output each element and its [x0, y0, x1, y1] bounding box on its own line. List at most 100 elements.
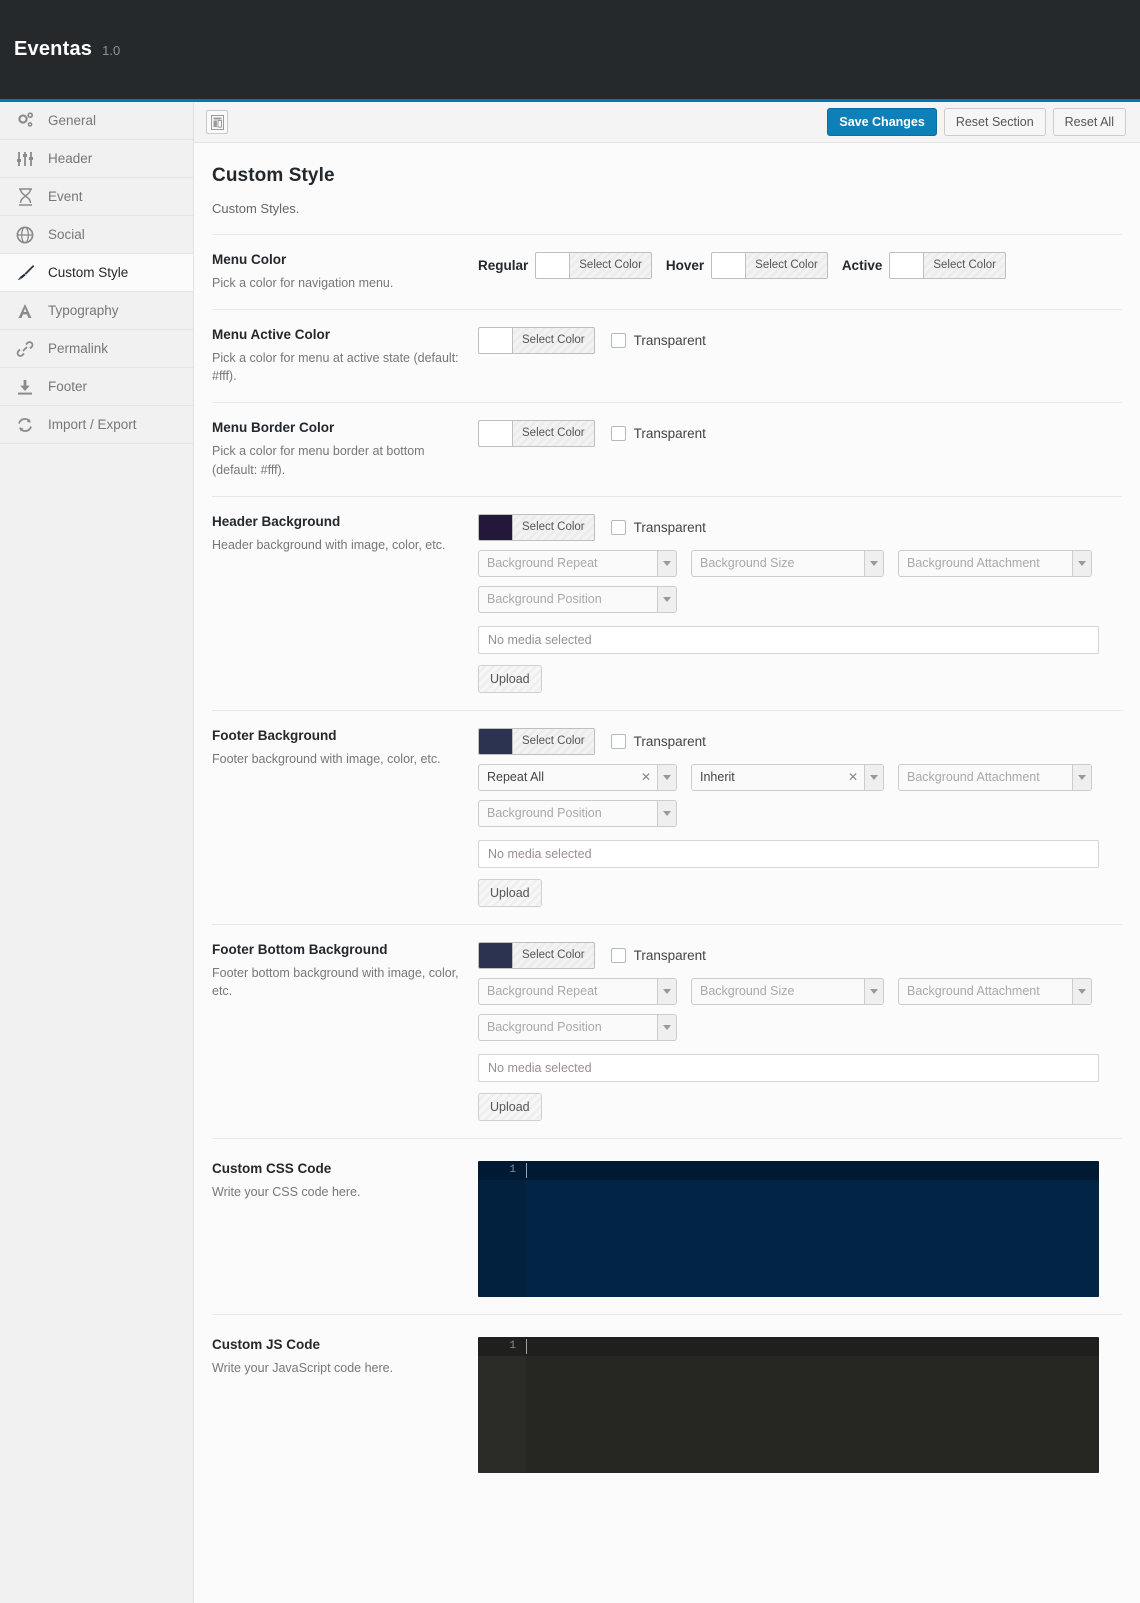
field-custom-js-code: Custom JS Code Write your JavaScript cod…	[212, 1313, 1122, 1490]
field-menu-border-color: Menu Border Color Pick a color for menu …	[212, 402, 1122, 495]
sidebar-item-general[interactable]: General	[0, 102, 193, 140]
menu-color-active-picker[interactable]: Select Color	[889, 252, 1006, 279]
custom-css-editor[interactable]: 1	[478, 1160, 1099, 1297]
select-color-button[interactable]: Select Color	[512, 941, 595, 969]
save-changes-button[interactable]: Save Changes	[827, 108, 937, 136]
field-description: Footer bottom background with image, col…	[212, 965, 459, 998]
field-description: Pick a color for menu border at bottom (…	[212, 444, 425, 477]
transparent-checkbox[interactable]	[610, 426, 626, 442]
sidebar-item-label: Footer	[48, 379, 88, 394]
media-field[interactable]: No media selected	[478, 1053, 1099, 1082]
field-custom-css-code: Custom CSS Code Write your CSS code here…	[212, 1137, 1122, 1314]
sidebar-item-social[interactable]: Social	[0, 216, 193, 254]
media-field[interactable]: No media selected	[478, 625, 1099, 654]
background-repeat-select[interactable]: Repeat All ✕	[478, 763, 677, 791]
select-color-button[interactable]: Select Color	[512, 420, 595, 448]
chevron-down-icon[interactable]	[657, 586, 676, 612]
field-menu-color: Menu Color Pick a color for navigation m…	[212, 234, 1122, 309]
background-position-select[interactable]: Background Position	[478, 1013, 677, 1041]
menu-color-regular-picker[interactable]: Select Color	[535, 252, 652, 279]
field-description: Pick a color for menu at active state (d…	[212, 351, 459, 384]
footer-bottom-background-color-picker[interactable]: Select Color	[478, 941, 595, 969]
sidebar-item-label: Custom Style	[48, 265, 129, 280]
css-code-area[interactable]	[526, 1179, 1099, 1297]
sidebar-item-event[interactable]: Event	[0, 178, 193, 216]
select-color-button[interactable]: Select Color	[923, 252, 1006, 279]
download-icon	[14, 376, 36, 398]
reset-section-button[interactable]: Reset Section	[943, 108, 1046, 136]
sidebar-item-typography[interactable]: Typography	[0, 292, 193, 330]
color-swatch[interactable]	[478, 513, 512, 541]
upload-button[interactable]: Upload	[478, 664, 542, 693]
custom-js-editor[interactable]: 1	[478, 1336, 1099, 1473]
background-attachment-select[interactable]: Background Attachment	[898, 549, 1092, 577]
upload-button[interactable]: Upload	[478, 1092, 542, 1121]
sidebar-item-custom-style[interactable]: Custom Style	[0, 254, 193, 292]
app-header: Eventas 1.0	[0, 0, 1140, 99]
background-attachment-select[interactable]: Background Attachment	[898, 763, 1092, 791]
select-color-button[interactable]: Select Color	[569, 252, 652, 279]
transparent-label: Transparent	[633, 947, 706, 963]
select-color-button[interactable]: Select Color	[512, 513, 595, 541]
main-panel: Save Changes Reset Section Reset All Cus…	[194, 102, 1140, 1603]
transparent-checkbox[interactable]	[610, 733, 626, 749]
chevron-down-icon[interactable]	[864, 550, 883, 576]
menu-active-color-picker[interactable]: Select Color	[478, 327, 595, 355]
chevron-down-icon[interactable]	[864, 978, 883, 1004]
select-color-button[interactable]: Select Color	[745, 252, 828, 279]
transparent-checkbox[interactable]	[610, 333, 626, 349]
color-swatch[interactable]	[889, 252, 924, 279]
chevron-down-icon[interactable]	[864, 764, 883, 790]
upload-button[interactable]: Upload	[478, 878, 542, 907]
chevron-down-icon[interactable]	[657, 1014, 676, 1040]
background-size-select[interactable]: Background Size	[691, 549, 884, 577]
layout-panel-icon[interactable]	[206, 110, 228, 134]
background-position-select[interactable]: Background Position	[478, 585, 677, 613]
background-size-select[interactable]: Background Size	[691, 977, 884, 1005]
chevron-down-icon[interactable]	[657, 550, 676, 576]
footer-background-color-picker[interactable]: Select Color	[478, 727, 595, 755]
transparent-checkbox[interactable]	[610, 947, 626, 963]
background-repeat-select[interactable]: Background Repeat	[478, 549, 677, 577]
field-footer-background: Footer Background Footer background with…	[212, 709, 1122, 924]
chevron-down-icon[interactable]	[657, 978, 676, 1004]
js-code-area[interactable]	[526, 1355, 1099, 1473]
globe-icon	[14, 224, 36, 246]
color-swatch[interactable]	[535, 252, 570, 279]
background-attachment-select[interactable]: Background Attachment	[898, 977, 1092, 1005]
clear-selection-icon[interactable]: ✕	[635, 770, 657, 784]
select-color-button[interactable]: Select Color	[512, 727, 595, 755]
color-swatch[interactable]	[711, 252, 746, 279]
menu-border-color-picker[interactable]: Select Color	[478, 420, 595, 448]
reset-all-button[interactable]: Reset All	[1052, 108, 1126, 136]
background-repeat-select[interactable]: Background Repeat	[478, 977, 677, 1005]
color-swatch[interactable]	[478, 941, 512, 969]
field-description: Header background with image, color, etc…	[212, 537, 446, 552]
sidebar-item-footer[interactable]: Footer	[0, 368, 193, 406]
field-description: Footer background with image, color, etc…	[212, 751, 441, 766]
sidebar-item-header[interactable]: Header	[0, 140, 193, 178]
transparent-checkbox[interactable]	[610, 519, 626, 535]
field-description: Write your JavaScript code here.	[212, 1360, 394, 1375]
background-size-select[interactable]: Inherit ✕	[691, 763, 884, 791]
chevron-down-icon[interactable]	[1072, 978, 1091, 1004]
color-swatch[interactable]	[478, 327, 512, 355]
field-menu-active-color: Menu Active Color Pick a color for menu …	[212, 309, 1122, 402]
media-field[interactable]: No media selected	[478, 839, 1099, 868]
menu-color-hover-picker[interactable]: Select Color	[711, 252, 828, 279]
background-position-select[interactable]: Background Position	[478, 799, 677, 827]
field-label: Menu Color	[212, 252, 287, 267]
clear-selection-icon[interactable]: ✕	[842, 770, 864, 784]
field-header-background: Header Background Header background with…	[212, 495, 1122, 710]
transparent-label: Transparent	[633, 333, 706, 349]
chevron-down-icon[interactable]	[657, 800, 676, 826]
select-color-button[interactable]: Select Color	[512, 327, 595, 355]
color-swatch[interactable]	[478, 420, 512, 448]
header-background-color-picker[interactable]: Select Color	[478, 513, 595, 541]
chevron-down-icon[interactable]	[1072, 550, 1091, 576]
sidebar-item-permalink[interactable]: Permalink	[0, 330, 193, 368]
sidebar-item-import-export[interactable]: Import / Export	[0, 406, 193, 444]
chevron-down-icon[interactable]	[657, 764, 676, 790]
chevron-down-icon[interactable]	[1072, 764, 1091, 790]
color-swatch[interactable]	[478, 727, 512, 755]
